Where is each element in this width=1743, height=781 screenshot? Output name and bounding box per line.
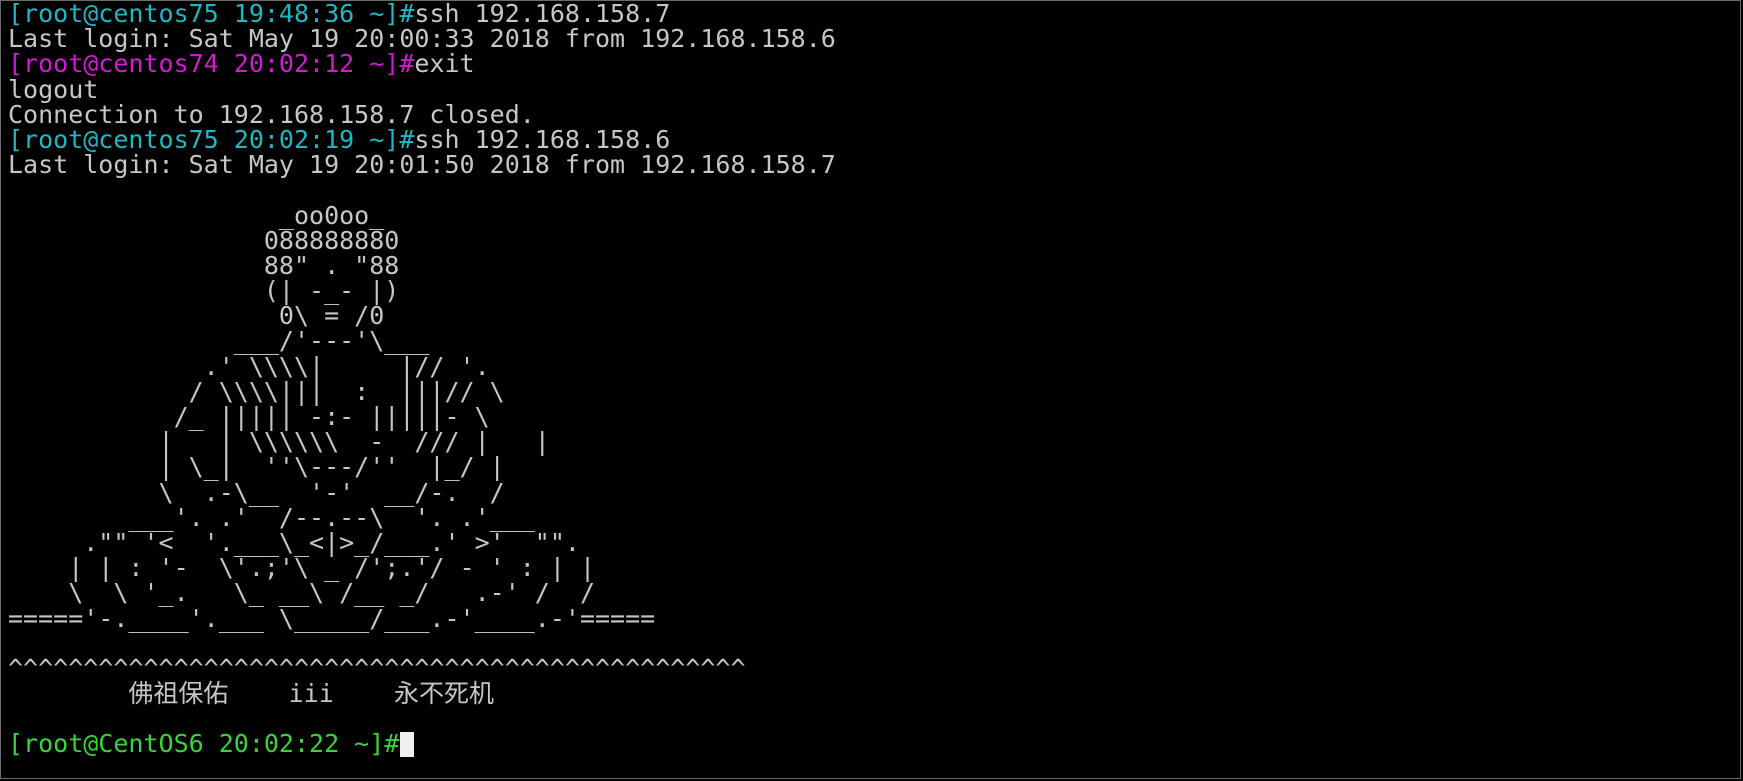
- terminal-input-line[interactable]: [root@CentOS6 20:02:22 ~]#: [8, 729, 1733, 759]
- banner-line: (| -_- |): [8, 276, 400, 306]
- terminal-line: [root@centos74 20:02:12 ~]#exit: [8, 51, 1733, 76]
- banner-line: ====='-.____'.___ \_____/___.-'____.-'==…: [8, 603, 656, 633]
- banner-line: ."" '< '.___\_<|>_/___.' >' "".: [8, 527, 580, 557]
- banner-line: 佛祖保佑 iii 永不死机: [8, 679, 494, 709]
- terminal-output: Last login: Sat May 19 20:00:33 2018 fro…: [8, 24, 836, 54]
- terminal-window[interactable]: [root@centos75 19:48:36 ~]#ssh 192.168.1…: [0, 0, 1741, 779]
- banner-line: [8, 706, 1733, 731]
- banner-line: | \_| ''\---/'' |_/ |: [8, 452, 505, 482]
- banner-line: | | \\\\\\ - /// | |: [8, 427, 550, 457]
- banner-line: \ .-\__ '-' __/-. /: [8, 477, 505, 507]
- terminal-line: [root@centos75 20:02:19 ~]#ssh 192.168.1…: [8, 127, 1733, 152]
- terminal-line: [root@centos75 19:48:36 ~]#ssh 192.168.1…: [8, 1, 1733, 26]
- ascii-art-banner: _oo0oo_ 088888880 88" . "88 (| -_- |) 0\…: [8, 177, 1733, 731]
- banner-line: ___/'---'\___: [8, 326, 430, 356]
- banner-line: .' \\\\| |// '.: [8, 351, 490, 381]
- banner-line: 88" . "88: [8, 250, 400, 280]
- banner-line: / \\\\||| : |||// \: [8, 376, 505, 406]
- banner-line: 0\ = /0: [8, 301, 385, 331]
- terminal-output: logout: [8, 74, 99, 104]
- banner-line: | | : '- \'.;'\ _ /';.'/ - ' : | |: [8, 553, 595, 583]
- banner-line: \ \ '_. \_ __\ /__ _/ .-' / /: [8, 578, 595, 608]
- terminal-output: Last login: Sat May 19 20:01:50 2018 fro…: [8, 150, 836, 180]
- terminal-output: Connection to 192.168.158.7 closed.: [8, 99, 535, 129]
- banner-line: ^^^^^^^^^^^^^^^^^^^^^^^^^^^^^^^^^^^^^^^^…: [8, 653, 746, 683]
- shell-prompt: [root@CentOS6 20:02:22 ~]#: [8, 729, 400, 759]
- banner-line: [8, 631, 1733, 656]
- banner-line: /_ ||||| -:- |||||- \: [8, 402, 490, 431]
- banner-line: [8, 177, 1733, 202]
- banner-line: ___'. .' /--.--\ '. .'___: [8, 502, 535, 532]
- banner-line: 088888880: [8, 225, 400, 255]
- command-text: exit: [414, 49, 475, 79]
- text-cursor: [400, 732, 415, 758]
- banner-line: _oo0oo_: [8, 200, 385, 230]
